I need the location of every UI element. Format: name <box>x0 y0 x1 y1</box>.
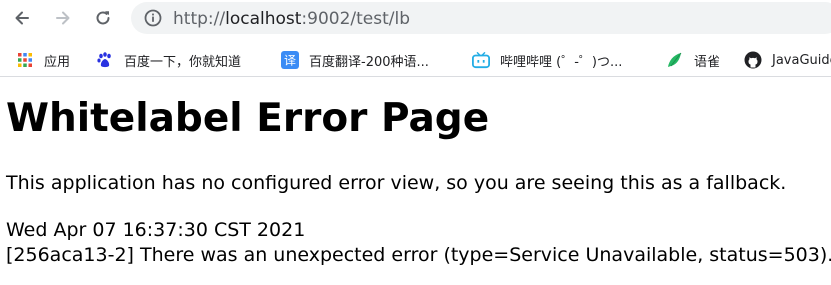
page-title: Whitelabel Error Page <box>6 96 490 141</box>
url-scheme: http:// <box>173 9 226 29</box>
reload-icon <box>96 11 110 25</box>
address-bar[interactable]: http://localhost:9002/test/lb <box>131 2 831 34</box>
browser-toolbar: http://localhost:9002/test/lb <box>0 0 831 36</box>
bookmark-apps[interactable]: 应用 <box>16 50 70 70</box>
bookmark-label: 应用 <box>44 54 71 70</box>
yuque-bird-icon <box>666 51 684 69</box>
bookmark-label: JavaGuide <box>772 52 831 68</box>
apps-grid-icon <box>16 51 34 69</box>
baidu-translate-icon: 译 <box>281 51 299 69</box>
bookmark-label: 语雀 <box>694 54 721 70</box>
url-text[interactable]: http://localhost:9002/test/lb <box>173 9 410 29</box>
info-icon[interactable] <box>143 8 163 28</box>
arrow-right-icon <box>56 11 70 25</box>
bookmark-javaguide[interactable]: JavaGuide <box>744 50 831 70</box>
back-button[interactable] <box>9 6 35 30</box>
github-icon <box>744 51 762 69</box>
bookmark-bilibili[interactable]: 哔哩哔哩 (゜-゜)つ... <box>472 50 622 70</box>
bookmark-baidu-translate[interactable]: 译 百度翻译-200种语... <box>281 50 429 70</box>
bookmark-label: 百度一下，你就知道 <box>124 54 242 70</box>
arrow-left-icon <box>15 11 29 25</box>
bookmark-label: 百度翻译-200种语... <box>309 54 429 70</box>
error-details: [256aca13-2] There was an unexpected err… <box>6 244 831 266</box>
bookmarks-bar: 应用 百度一下，你就知道 译 百度翻译-200种语... 哔哩哔哩 (゜-゜)つ… <box>0 42 831 77</box>
bookmark-baidu[interactable]: 百度一下，你就知道 <box>96 50 241 70</box>
url-path: :9002/test/lb <box>301 9 411 29</box>
reload-button[interactable] <box>90 6 116 30</box>
bilibili-tv-icon <box>472 51 490 69</box>
bookmark-yuque[interactable]: 语雀 <box>666 50 720 70</box>
forward-button[interactable] <box>50 6 76 30</box>
url-host: localhost <box>225 9 302 29</box>
baidu-paw-icon <box>96 51 114 69</box>
error-timestamp: Wed Apr 07 16:37:30 CST 2021 <box>6 219 306 241</box>
bookmark-label: 哔哩哔哩 (゜-゜)つ... <box>500 54 623 70</box>
fallback-message: This application has no configured error… <box>6 172 787 194</box>
svg-text:译: 译 <box>284 54 296 68</box>
